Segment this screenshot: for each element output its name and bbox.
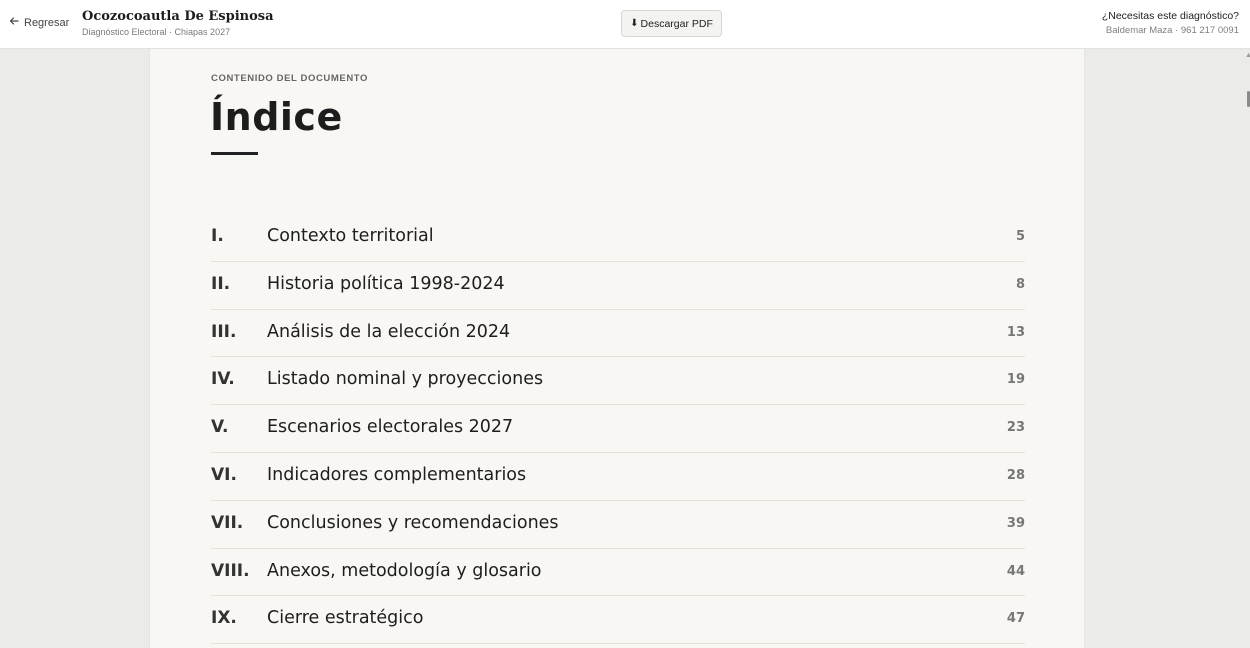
toc-item[interactable]: IV. Listado nominal y proyecciones 19 [211, 357, 1025, 406]
toc-item[interactable]: III. Análisis de la elección 2024 13 [211, 310, 1025, 358]
toc-item-number: IV. [211, 369, 235, 390]
toc-item-title: Cierre estratégico [267, 608, 424, 629]
toc-item[interactable]: VI. Indicadores complementarios 28 [211, 453, 1025, 501]
table-of-contents: I. Contexto territorial 5 II. Historia p… [211, 214, 1025, 645]
toc-item[interactable]: V. Escenarios electorales 2027 23 [211, 405, 1025, 453]
toc-item-number: I. [211, 226, 224, 246]
document-page: CONTENIDO DEL DOCUMENTO Índice I. Contex… [149, 49, 1085, 648]
toc-item-title: Listado nominal y proyecciones [267, 369, 544, 390]
heading-underline [211, 152, 258, 155]
toc-item-page: 23 [1006, 420, 1025, 436]
scroll-up-icon[interactable]: ▲ [1245, 52, 1250, 60]
toc-item-page: 5 [1015, 229, 1025, 244]
contact-details: Baldemar Maza · 961 217 0091 [1105, 25, 1239, 36]
toc-item[interactable]: I. Contexto territorial 5 [211, 214, 1025, 262]
toc-item-title: Conclusiones y recomendaciones [267, 512, 559, 533]
toc-item-number: VI. [211, 464, 237, 485]
toc-item[interactable]: VII. Conclusiones y recomendaciones 39 [211, 501, 1025, 549]
toc-item-number: II. [211, 273, 231, 294]
download-pdf-button[interactable]: ⬇ Descargar PDF [621, 10, 722, 37]
toc-item-number: VIII. [211, 560, 250, 581]
contact-question: ¿Necesitas este diagnóstico? [1101, 10, 1239, 22]
toc-item-number: IX. [211, 608, 237, 629]
toc-item-title: Contexto territorial [267, 226, 434, 246]
toc-item[interactable]: IX. Cierre estratégico 47 [211, 596, 1025, 645]
document-title: Ocozocoautla De Espinosa [82, 9, 274, 24]
toc-item-page: 8 [1015, 276, 1025, 292]
scrollbar[interactable] [1245, 49, 1250, 648]
toc-item[interactable]: VIII. Anexos, metodología y glosario 44 [211, 549, 1025, 597]
toc-item-page: 47 [1006, 611, 1025, 627]
toc-item[interactable]: II. Historia política 1998-2024 8 [211, 262, 1025, 310]
download-icon: ⬇ [630, 18, 639, 29]
toc-item-page: 19 [1006, 372, 1025, 388]
toc-item-page: 28 [1006, 467, 1025, 483]
toc-item-title: Historia política 1998-2024 [267, 273, 505, 294]
toc-item-page: 44 [1006, 563, 1025, 579]
toc-item-page: 39 [1006, 515, 1025, 531]
toc-item-number: V. [211, 417, 229, 438]
toc-item-title: Análisis de la elección 2024 [267, 321, 511, 342]
toc-item-title: Escenarios electorales 2027 [267, 417, 514, 438]
arrow-left-icon [9, 16, 19, 29]
toc-item-number: VII. [211, 512, 244, 533]
toc-item-title: Indicadores complementarios [267, 464, 527, 485]
toc-item-page: 13 [1006, 324, 1025, 340]
page-heading: Índice [210, 95, 343, 139]
document-subtitle: Diagnóstico Electoral · Chiapas 2027 [82, 27, 231, 37]
back-label: Regresar [24, 16, 70, 29]
toc-item-title: Anexos, metodología y glosario [267, 560, 542, 581]
toc-item-number: III. [211, 321, 237, 342]
download-pdf-label: Descargar PDF [640, 17, 713, 30]
top-bar: Regresar Ocozocoautla De Espinosa Diagnó… [0, 0, 1250, 49]
back-button[interactable]: Regresar [9, 16, 69, 29]
section-eyebrow: CONTENIDO DEL DOCUMENTO [211, 73, 369, 84]
